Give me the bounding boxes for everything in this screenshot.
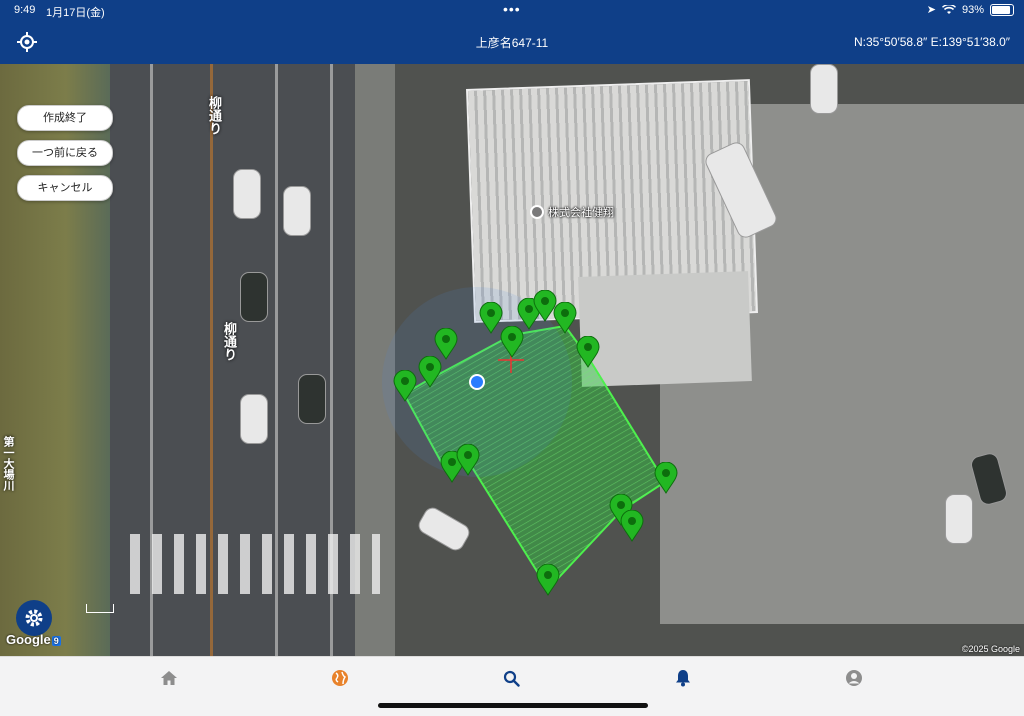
map-pin-icon[interactable] — [620, 510, 644, 542]
map-pin-icon[interactable] — [576, 336, 600, 368]
cancel-button[interactable]: キャンセル — [17, 175, 113, 201]
map-settings-button[interactable] — [16, 600, 52, 636]
map-pin-icon[interactable] — [418, 356, 442, 388]
map-pin-icon[interactable] — [500, 326, 524, 358]
user-circle-icon — [846, 670, 862, 686]
undo-button[interactable]: 一つ前に戻る — [17, 140, 113, 166]
app-bar: 上彦名647-11 N:35°50′58.8″ E:139°51′38.0″ — [0, 22, 1024, 64]
map-pin-icon[interactable] — [434, 328, 458, 360]
location-arrow-icon: ➤ — [926, 4, 936, 16]
home-icon — [161, 671, 177, 685]
user-location-icon — [469, 374, 485, 390]
satellite-map[interactable]: 柳通り 柳通り 第一大場川 株式会社健翔 作成終了 一つ前に戻る キャンセル G… — [0, 64, 1024, 656]
tab-profile[interactable] — [842, 667, 866, 689]
map-copyright: ©2025 Google — [961, 644, 1020, 654]
tab-home[interactable] — [157, 667, 181, 689]
coordinates-readout: N:35°50′58.8″ E:139°51′38.0″ — [853, 35, 1010, 49]
map-pin-icon[interactable] — [456, 444, 480, 476]
map-pin-icon[interactable] — [393, 370, 417, 402]
battery-percent: 93% — [961, 3, 984, 16]
battery-icon — [990, 3, 1014, 16]
drawing-overlay[interactable] — [0, 64, 1024, 656]
gear-icon — [25, 609, 43, 627]
status-time: 9:49 — [14, 4, 36, 16]
tab-notifications[interactable] — [671, 667, 695, 689]
map-pin-icon[interactable] — [654, 462, 678, 494]
tab-explore[interactable] — [328, 667, 352, 689]
google-logo: Google 9 — [6, 632, 61, 647]
scale-bar — [86, 604, 114, 613]
status-date: 1月17日(金) — [46, 7, 105, 19]
multitasking-dots-icon[interactable]: ••• — [503, 1, 521, 17]
google-badge: 9 — [51, 636, 61, 646]
map-pin-icon[interactable] — [536, 564, 560, 596]
status-bar: 9:49 1月17日(金) ••• ➤ 93% — [0, 0, 1024, 22]
home-indicator — [378, 703, 648, 708]
tab-search[interactable] — [499, 667, 523, 689]
status-right: ➤ 93% — [927, 3, 1014, 16]
wifi-icon — [941, 4, 956, 14]
globe-icon — [332, 670, 348, 686]
search-icon — [503, 670, 520, 687]
map-pin-icon[interactable] — [553, 302, 577, 334]
finish-drawing-button[interactable]: 作成終了 — [17, 105, 113, 131]
bell-icon — [676, 670, 690, 687]
